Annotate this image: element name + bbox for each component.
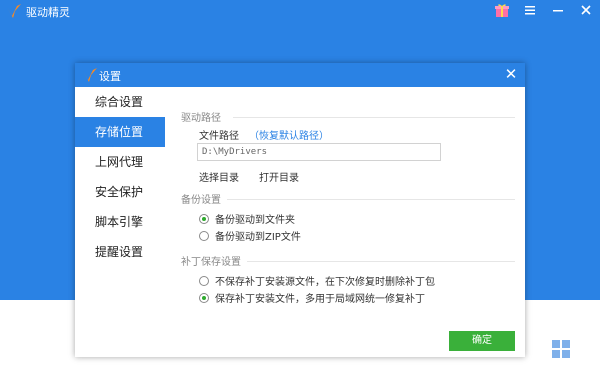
backup-to-folder-option[interactable]: 备份驱动到文件夹 bbox=[199, 211, 295, 226]
file-path-label: 文件路径 bbox=[199, 131, 239, 142]
dialog-header: 设置 ✕ bbox=[75, 63, 525, 87]
sidebar-item-security[interactable]: 安全保护 bbox=[75, 177, 165, 207]
settings-dialog: 设置 ✕ 综合设置 存储位置 上网代理 安全保护 脚本引擎 提醒设置 驱动路径 … bbox=[75, 63, 525, 357]
section-divider bbox=[233, 117, 515, 118]
open-directory-button[interactable]: 打开目录 bbox=[259, 169, 299, 184]
app-logo-icon bbox=[7, 4, 21, 18]
section-divider bbox=[247, 261, 515, 262]
app-title: 驱动精灵 bbox=[26, 6, 70, 19]
section-divider bbox=[227, 199, 515, 200]
radio-button[interactable] bbox=[199, 230, 209, 241]
patch-save-option[interactable]: 保存补丁安装文件，多用于局域网统一修复补丁 bbox=[199, 290, 425, 305]
radio-button[interactable] bbox=[199, 275, 209, 286]
backup-to-zip-label: 备份驱动到ZIP文件 bbox=[215, 232, 301, 243]
dialog-title: 设置 bbox=[99, 70, 121, 83]
dialog-close-icon[interactable]: ✕ bbox=[503, 66, 519, 82]
settings-sidebar: 综合设置 存储位置 上网代理 安全保护 脚本引擎 提醒设置 bbox=[75, 87, 165, 357]
section-title-backup: 备份设置 bbox=[181, 195, 221, 206]
app-grid-icon[interactable] bbox=[552, 340, 570, 358]
window-controls bbox=[494, 2, 594, 18]
menu-icon[interactable] bbox=[522, 2, 538, 18]
section-title-patch-save: 补丁保存设置 bbox=[181, 257, 241, 268]
backup-to-zip-option[interactable]: 备份驱动到ZIP文件 bbox=[199, 228, 301, 243]
sidebar-item-storage[interactable]: 存储位置 bbox=[75, 117, 165, 147]
patch-no-save-label: 不保存补丁安装源文件，在下次修复时删除补丁包 bbox=[215, 277, 435, 288]
dialog-logo-icon bbox=[83, 68, 97, 82]
settings-content: 驱动路径 文件路径 （恢复默认路径） 选择目录 打开目录 备份设置 备份驱动到文… bbox=[165, 87, 525, 357]
backup-to-folder-label: 备份驱动到文件夹 bbox=[215, 215, 295, 226]
patch-save-label: 保存补丁安装文件，多用于局域网统一修复补丁 bbox=[215, 294, 425, 305]
restore-default-path-link[interactable]: （恢复默认路径） bbox=[249, 127, 329, 142]
close-icon[interactable] bbox=[578, 2, 594, 18]
radio-button[interactable] bbox=[199, 292, 209, 303]
choose-directory-button[interactable]: 选择目录 bbox=[199, 169, 239, 184]
section-title-driver-path: 驱动路径 bbox=[181, 113, 221, 124]
sidebar-item-proxy[interactable]: 上网代理 bbox=[75, 147, 165, 177]
sidebar-item-reminder[interactable]: 提醒设置 bbox=[75, 237, 165, 267]
sidebar-item-general[interactable]: 综合设置 bbox=[75, 87, 165, 117]
gift-icon[interactable] bbox=[494, 2, 510, 18]
patch-no-save-option[interactable]: 不保存补丁安装源文件，在下次修复时删除补丁包 bbox=[199, 273, 435, 288]
minimize-icon[interactable] bbox=[550, 2, 566, 18]
driver-path-input[interactable] bbox=[197, 143, 441, 161]
sidebar-item-script-engine[interactable]: 脚本引擎 bbox=[75, 207, 165, 237]
radio-button[interactable] bbox=[199, 213, 209, 224]
ok-button[interactable]: 确定 bbox=[449, 331, 515, 351]
